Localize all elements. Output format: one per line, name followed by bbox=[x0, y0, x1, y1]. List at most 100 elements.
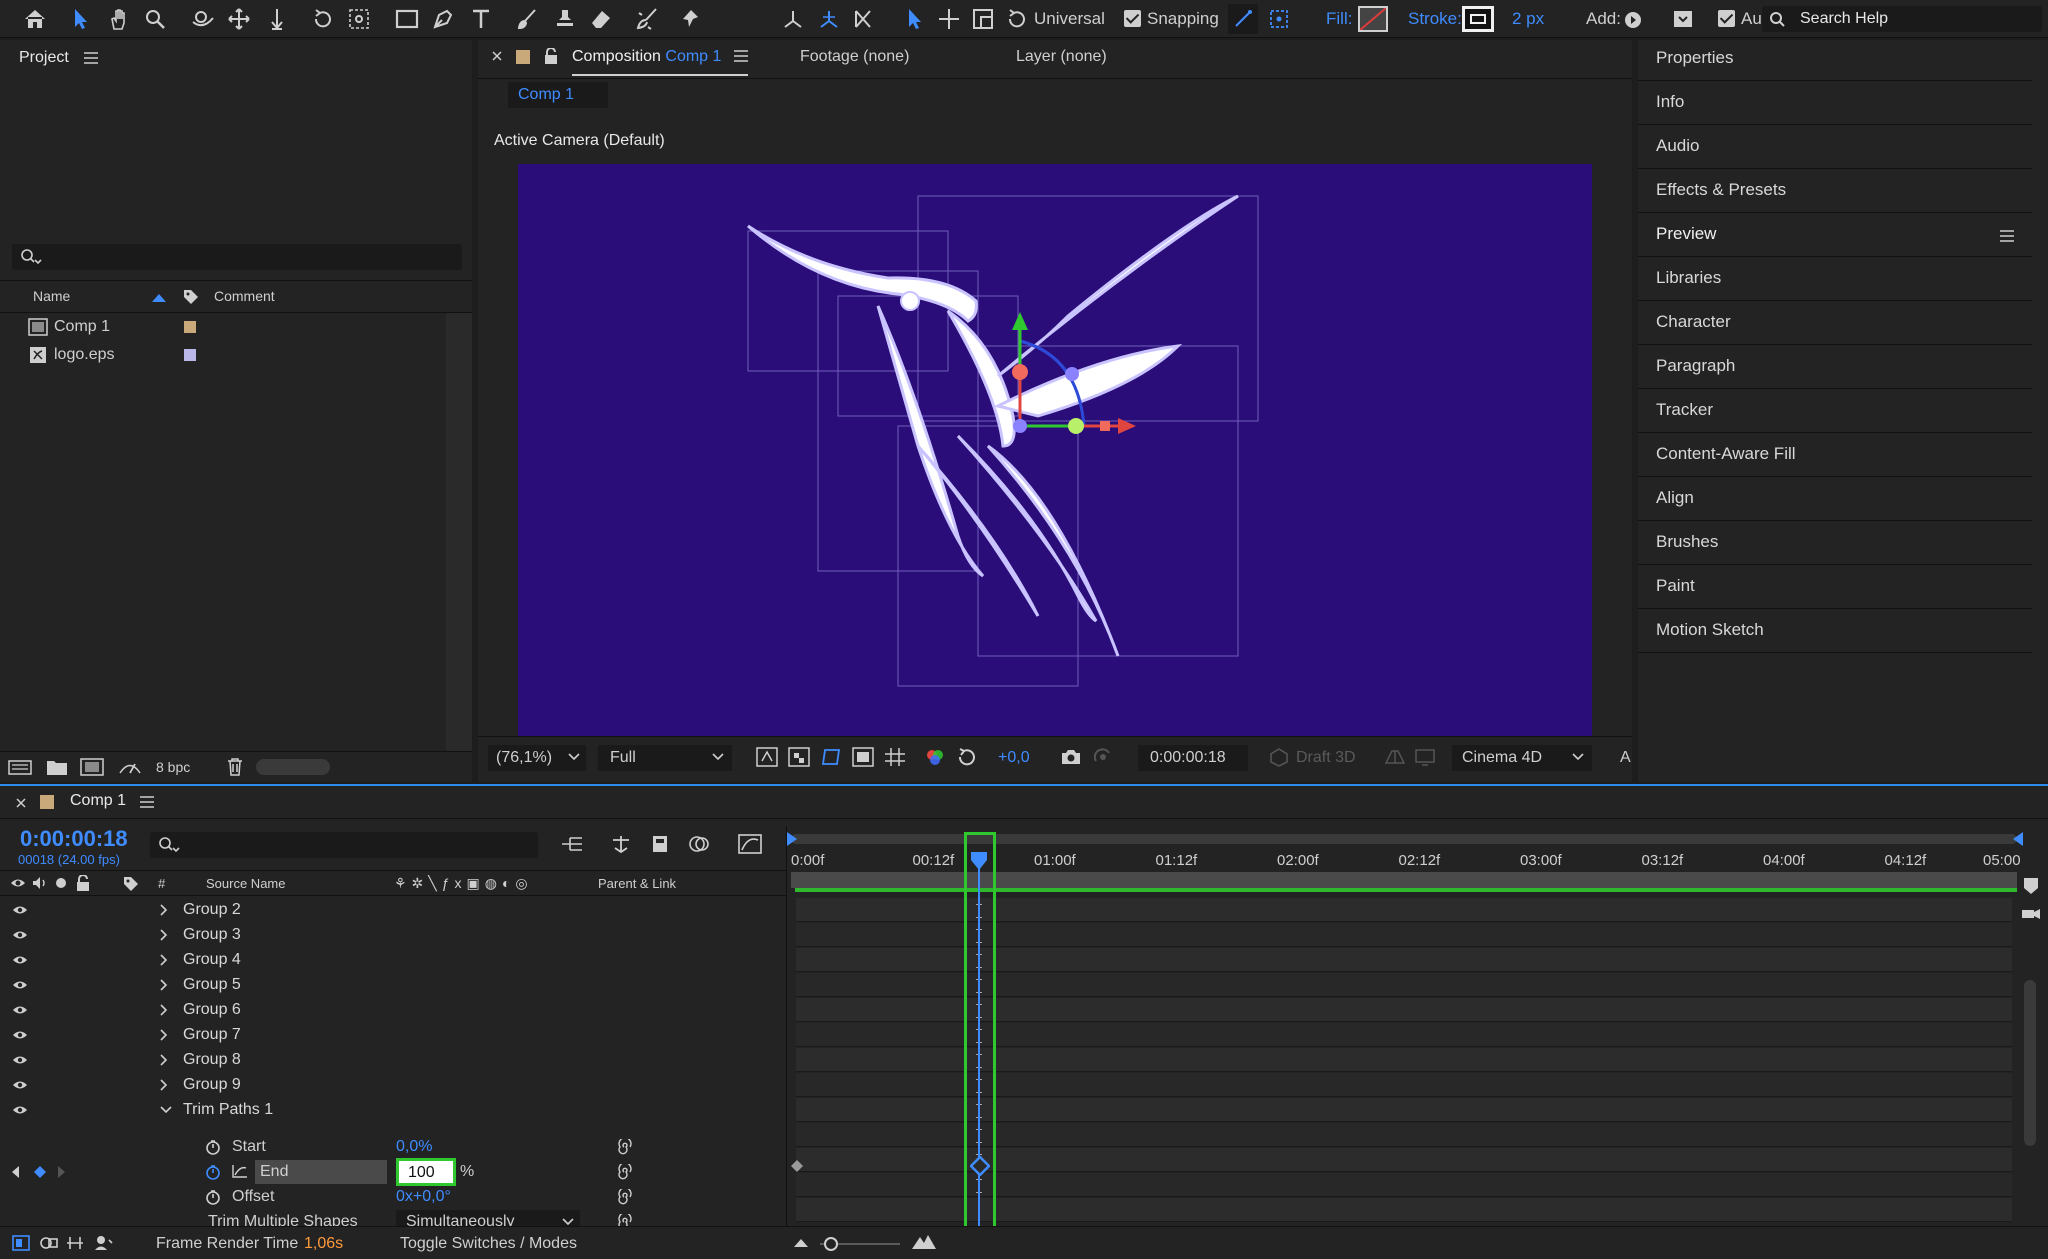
label-color-swatch[interactable] bbox=[184, 321, 196, 333]
sort-asc-icon[interactable] bbox=[152, 294, 166, 302]
adjust-project-settings-icon[interactable] bbox=[118, 758, 142, 776]
trash-icon[interactable] bbox=[226, 757, 244, 777]
timeline-comp-tab[interactable]: Comp 1 bbox=[70, 792, 126, 810]
reset-exposure-icon[interactable] bbox=[956, 747, 978, 767]
exposure-value[interactable]: +0,0 bbox=[998, 749, 1030, 767]
timeline-layer-row[interactable]: Group 3 bbox=[0, 923, 784, 948]
project-search-input[interactable] bbox=[12, 244, 462, 270]
3d-ground-plane-icon[interactable] bbox=[1384, 747, 1406, 767]
timeline-layer-row[interactable]: Group 8 bbox=[0, 1048, 784, 1073]
property-row-offset[interactable]: Offset 0x+0,0° bbox=[0, 1185, 784, 1210]
zoom-slider-thumb[interactable] bbox=[824, 1237, 838, 1251]
timeline-layer-row[interactable]: Group 2 bbox=[0, 898, 784, 923]
panel-tab-audio[interactable]: Audio bbox=[1656, 136, 1699, 156]
panel-tab-libraries[interactable]: Libraries bbox=[1656, 268, 1721, 288]
comp-marker-bin-icon[interactable] bbox=[2022, 876, 2040, 896]
switches-header-icons[interactable]: ⚘✲╲ƒx▣◍◐◎ bbox=[394, 875, 533, 892]
timeline-layer-row[interactable]: Group 9 bbox=[0, 1073, 784, 1098]
col-parent-header[interactable]: Parent & Link bbox=[598, 876, 676, 891]
hummingbird-artwork[interactable] bbox=[478, 116, 1632, 736]
renderer-dropdown[interactable]: Cinema 4D bbox=[1452, 745, 1592, 771]
roto-brush-icon[interactable] bbox=[632, 4, 662, 34]
render-time-icon[interactable] bbox=[94, 1235, 114, 1251]
tab-menu-icon[interactable] bbox=[734, 50, 748, 62]
composition-tab[interactable]: Composition Comp 1 bbox=[572, 48, 721, 66]
expression-pickwhip-icon[interactable] bbox=[616, 1189, 632, 1205]
eraser-tool-icon[interactable] bbox=[586, 4, 616, 34]
in-out-stretch-icon[interactable] bbox=[66, 1235, 84, 1251]
anchor-point-tool-icon[interactable] bbox=[344, 4, 374, 34]
stopwatch-active-icon[interactable] bbox=[205, 1164, 221, 1180]
visibility-eye-icon[interactable] bbox=[12, 979, 28, 995]
workspace-icon[interactable] bbox=[1668, 4, 1698, 34]
timeline-zoom-slider[interactable] bbox=[820, 1237, 900, 1251]
panel-tab-effects-presets[interactable]: Effects & Presets bbox=[1656, 180, 1786, 200]
add-keyframe-icon[interactable] bbox=[34, 1166, 46, 1178]
orbit-camera-icon[interactable] bbox=[188, 4, 218, 34]
rotate-gizmo-icon[interactable] bbox=[1002, 4, 1032, 34]
timeline-layer-row[interactable]: Group 5 bbox=[0, 973, 784, 998]
col-name-header[interactable]: Name bbox=[33, 288, 70, 304]
timeline-layer-row[interactable]: Group 7 bbox=[0, 1023, 784, 1048]
chevron-right-icon[interactable] bbox=[160, 1029, 168, 1041]
timeline-search-input[interactable] bbox=[150, 832, 538, 858]
layer-switches-toggle-icon[interactable] bbox=[12, 1235, 30, 1251]
col-number-header[interactable]: # bbox=[158, 876, 165, 891]
expression-pickwhip-icon[interactable] bbox=[616, 1139, 632, 1155]
pen-tool-icon[interactable] bbox=[428, 4, 458, 34]
viewer-area[interactable]: Active Camera (Default) bbox=[478, 116, 1632, 736]
transfer-controls-icon[interactable] bbox=[40, 1235, 58, 1251]
local-axis-icon[interactable] bbox=[778, 4, 808, 34]
fill-swatch[interactable] bbox=[1358, 6, 1388, 32]
zoom-tool-icon[interactable] bbox=[140, 4, 170, 34]
visibility-eye-icon[interactable] bbox=[12, 1004, 28, 1020]
end-value-input[interactable]: 100 bbox=[396, 1158, 456, 1186]
time-navigator-bar[interactable] bbox=[791, 834, 2017, 844]
fast-previews-icon[interactable] bbox=[756, 747, 778, 767]
chevron-right-icon[interactable] bbox=[160, 1004, 168, 1016]
panel-tab-tracker[interactable]: Tracker bbox=[1656, 400, 1713, 420]
trim-paths-row[interactable]: Trim Paths 1 bbox=[0, 1098, 784, 1123]
keyframe-selected-icon[interactable] bbox=[970, 1156, 990, 1176]
transform-mode-label[interactable]: Universal bbox=[1034, 9, 1105, 29]
transparency-grid-icon[interactable] bbox=[788, 747, 810, 767]
next-keyframe-icon[interactable] bbox=[58, 1166, 66, 1178]
region-of-interest-icon[interactable] bbox=[852, 747, 874, 767]
chevron-down-icon[interactable] bbox=[160, 1106, 172, 1114]
chevron-right-icon[interactable] bbox=[160, 904, 168, 916]
hand-tool-icon[interactable] bbox=[104, 4, 134, 34]
chevron-right-icon[interactable] bbox=[160, 979, 168, 991]
timeline-layer-row[interactable]: Group 6 bbox=[0, 998, 784, 1023]
stopwatch-icon[interactable] bbox=[205, 1189, 221, 1205]
new-folder-icon[interactable] bbox=[46, 758, 68, 776]
zoom-out-mountain-icon[interactable] bbox=[794, 1237, 808, 1247]
search-help-field[interactable]: Search Help bbox=[1762, 6, 2042, 32]
universal-select-icon[interactable] bbox=[900, 4, 930, 34]
audio-speaker-icon[interactable] bbox=[32, 876, 48, 890]
grid-guides-icon[interactable] bbox=[884, 747, 906, 767]
panel-tab-align[interactable]: Align bbox=[1656, 488, 1694, 508]
stopwatch-icon[interactable] bbox=[205, 1139, 221, 1155]
draft-3d-timeline-icon[interactable] bbox=[610, 834, 632, 854]
work-area-bar[interactable] bbox=[791, 872, 2017, 888]
tab-layer[interactable]: Layer (none) bbox=[1016, 48, 1107, 66]
magnification-dropdown[interactable]: (76,1%) bbox=[488, 745, 586, 771]
chevron-right-icon[interactable] bbox=[160, 1079, 168, 1091]
pan-camera-icon[interactable] bbox=[224, 4, 254, 34]
auto-checkbox[interactable] bbox=[1718, 10, 1735, 27]
rectangle-tool-icon[interactable] bbox=[392, 4, 422, 34]
graph-editor-icon[interactable] bbox=[738, 834, 762, 854]
type-tool-icon[interactable] bbox=[466, 4, 496, 34]
tab-menu-icon[interactable] bbox=[140, 796, 154, 808]
preview-menu-icon[interactable] bbox=[2000, 230, 2014, 242]
panel-tab-content-aware-fill[interactable]: Content-Aware Fill bbox=[1656, 444, 1796, 464]
comp-navigator-tab[interactable]: Comp 1 bbox=[508, 82, 608, 108]
panel-tab-motion-sketch[interactable]: Motion Sketch bbox=[1656, 620, 1764, 640]
mask-visibility-icon[interactable] bbox=[820, 747, 842, 767]
lock-icon[interactable] bbox=[76, 875, 90, 891]
expression-pickwhip-icon[interactable] bbox=[616, 1164, 632, 1180]
snapping-toggle[interactable]: Snapping bbox=[1124, 9, 1219, 29]
visibility-eye-icon[interactable] bbox=[12, 1104, 28, 1120]
puppet-pin-icon[interactable] bbox=[676, 4, 706, 34]
label-tag-icon[interactable] bbox=[182, 288, 200, 306]
